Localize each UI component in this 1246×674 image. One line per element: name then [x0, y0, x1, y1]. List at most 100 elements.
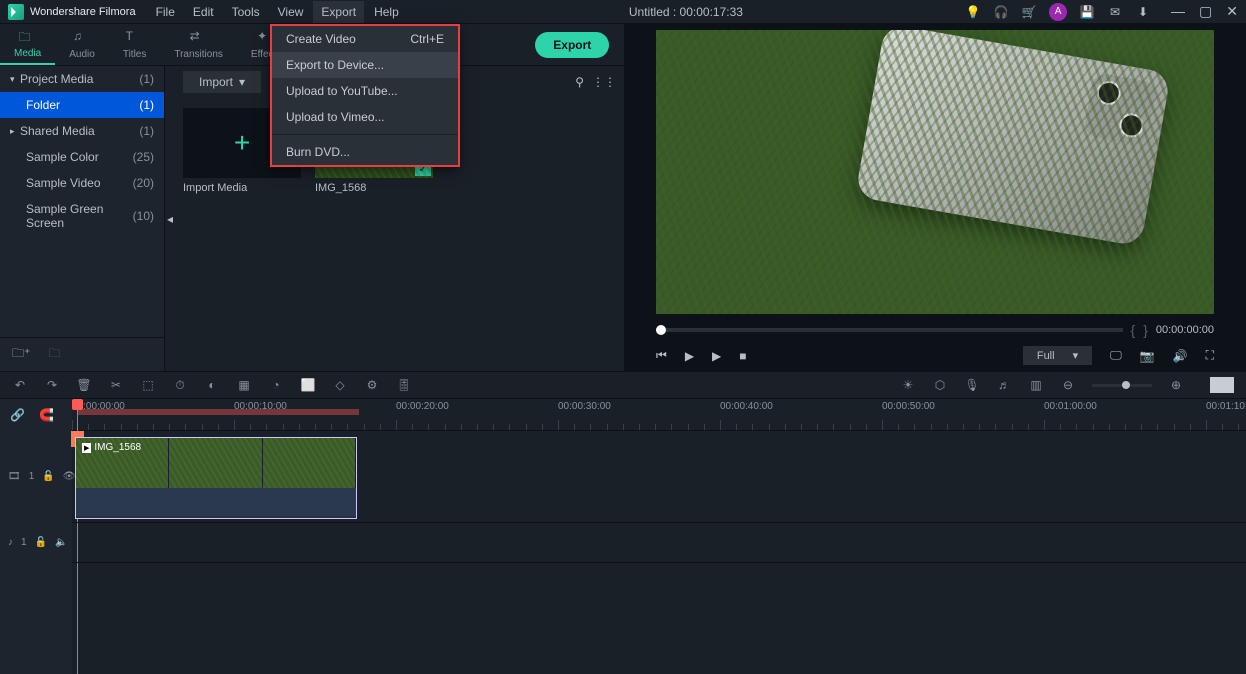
document-title: Untitled : 00:00:17:33	[407, 5, 965, 19]
new-folder-icon[interactable]: 🗀⁺	[12, 344, 30, 365]
timeline-magnet-icon[interactable]: 🧲	[39, 408, 54, 422]
minimize-button[interactable]: —	[1171, 3, 1185, 20]
sidebar-item-sample-green-screen[interactable]: Sample Green Screen(10)	[0, 196, 164, 236]
snapshot-icon[interactable]: 📷	[1140, 349, 1155, 363]
import-dropdown[interactable]: Import▾	[183, 71, 261, 93]
audio-adjust-button[interactable]: 🎚	[396, 378, 412, 392]
preview-viewport[interactable]	[656, 30, 1214, 314]
timeline-clip[interactable]: IMG_1568	[75, 437, 357, 519]
preview-panel: { } 00:00:00:00 ⏮ ▶ ▶ ■ Full▾ 🖵 📷 🔊 ⛶	[624, 24, 1246, 371]
marker-button[interactable]: ⬡	[932, 378, 948, 392]
mark-out-icon[interactable]: }	[1143, 322, 1148, 338]
redo-button[interactable]: ↷	[44, 378, 60, 392]
mute-icon[interactable]: 🔈	[55, 537, 67, 548]
voiceover-button[interactable]: 🎙	[964, 378, 980, 392]
export-upload-vimeo[interactable]: Upload to Vimeo...	[272, 104, 458, 130]
maximize-button[interactable]: ▢	[1199, 3, 1212, 20]
menu-tools[interactable]: Tools	[224, 1, 268, 23]
titlebar: Wondershare Filmora File Edit Tools View…	[0, 0, 1246, 24]
zoom-in-button[interactable]: ⊕	[1168, 378, 1184, 392]
render-button[interactable]: ☀	[900, 378, 916, 392]
crop-button[interactable]: ⬚	[140, 378, 156, 392]
greenscreen-button[interactable]: ▦	[236, 378, 252, 392]
close-button[interactable]: ✕	[1226, 3, 1238, 20]
download-icon[interactable]: ⬇	[1135, 4, 1151, 20]
timeline-swap-icon[interactable]	[1210, 377, 1234, 393]
visibility-icon[interactable]: 👁	[63, 471, 76, 482]
zoom-slider[interactable]	[1092, 384, 1152, 387]
duration-button[interactable]: ◔	[268, 378, 284, 392]
export-button[interactable]: Export	[535, 32, 609, 58]
export-dropdown-menu: Create VideoCtrl+E Export to Device... U…	[270, 24, 460, 167]
keyframe-button[interactable]: ◇	[332, 378, 348, 392]
menu-export[interactable]: Export	[313, 1, 364, 23]
mark-in-icon[interactable]: {	[1131, 322, 1136, 338]
tab-media[interactable]: 🗀 Media	[0, 24, 55, 65]
tab-titles[interactable]: T Titles	[109, 25, 161, 64]
headphones-icon[interactable]: 🎧	[993, 4, 1009, 20]
export-upload-youtube[interactable]: Upload to YouTube...	[272, 78, 458, 104]
speed-button[interactable]: ⏱	[172, 378, 188, 393]
mail-icon[interactable]: ✉	[1107, 4, 1123, 20]
sidebar-item-sample-video[interactable]: Sample Video(20)	[0, 170, 164, 196]
adjust-button[interactable]: ⚙	[364, 378, 380, 392]
filter-icon[interactable]: ⚲	[575, 75, 584, 89]
avatar[interactable]: A	[1049, 3, 1067, 21]
export-to-device[interactable]: Export to Device...	[272, 52, 458, 78]
menu-view[interactable]: View	[270, 1, 312, 23]
lightbulb-icon[interactable]: 💡	[965, 4, 981, 20]
media-sidebar: ▾Project Media(1) Folder(1) ▸Shared Medi…	[0, 66, 165, 371]
timeline[interactable]: 🔗 🧲 00:00:00:0000:00:10:0000:00:20:0000:…	[0, 399, 1246, 674]
audio-track[interactable]: ♪ 1 🔓 🔈	[72, 523, 1246, 563]
stop-button[interactable]: ■	[739, 349, 746, 363]
cut-button[interactable]: ✂	[108, 378, 124, 392]
timeline-ruler[interactable]: 00:00:00:0000:00:10:0000:00:20:0000:00:3…	[72, 399, 1246, 431]
folder-icon[interactable]: 🗀	[48, 344, 60, 365]
prev-frame-button[interactable]: ⏮	[656, 348, 667, 363]
mixer-button[interactable]: ▥	[1028, 378, 1044, 392]
music-button[interactable]: ♬	[996, 378, 1012, 392]
scrub-time: 00:00:00:00	[1156, 324, 1214, 336]
sidebar-item-folder[interactable]: Folder(1)	[0, 92, 164, 118]
video-track[interactable]: 🎞 1 🔓 👁 IMG_1568	[72, 431, 1246, 523]
timeline-link-icon[interactable]: 🔗	[10, 408, 25, 422]
export-burn-dvd[interactable]: Burn DVD...	[272, 139, 458, 165]
tab-transitions[interactable]: ⇄ Transitions	[160, 25, 237, 64]
sidebar-item-shared-media[interactable]: ▸Shared Media(1)	[0, 118, 164, 144]
collapse-sidebar-handle[interactable]: ◂	[165, 66, 175, 371]
timeline-toolbar: ↶ ↷ 🗑 ✂ ⬚ ⏱ ◐ ▦ ◔ ⬜ ◇ ⚙ 🎚 ☀ ⬡ 🎙 ♬ ▥ ⊖ ⊕	[0, 371, 1246, 399]
app-name: Wondershare Filmora	[30, 6, 136, 18]
sidebar-item-project-media[interactable]: ▾Project Media(1)	[0, 66, 164, 92]
chevron-down-icon: ▾	[1073, 349, 1079, 362]
color-button[interactable]: ◐	[204, 378, 220, 392]
export-create-video[interactable]: Create VideoCtrl+E	[272, 26, 458, 52]
quality-select[interactable]: Full▾	[1023, 346, 1092, 365]
grid-view-icon[interactable]: ⋮⋮	[592, 75, 616, 89]
lock-icon[interactable]: 🔓	[42, 471, 54, 482]
menu-help[interactable]: Help	[366, 1, 407, 23]
chevron-down-icon: ▾	[239, 75, 245, 89]
delete-button[interactable]: 🗑	[76, 378, 92, 392]
next-frame-button[interactable]: ▶	[712, 349, 721, 363]
cart-icon[interactable]: 🛒	[1021, 4, 1037, 20]
freeze-button[interactable]: ⬜	[300, 378, 316, 392]
menu-file[interactable]: File	[148, 1, 183, 23]
lock-icon[interactable]: 🔓	[35, 537, 47, 548]
volume-icon[interactable]: 🔊	[1173, 349, 1188, 363]
save-icon[interactable]: 💾	[1079, 4, 1095, 20]
fullscreen-icon[interactable]: ⛶	[1206, 348, 1214, 363]
undo-button[interactable]: ↶	[12, 378, 28, 392]
play-button[interactable]: ▶	[685, 349, 694, 363]
app-logo: Wondershare Filmora	[8, 4, 136, 20]
display-icon[interactable]: 🖵	[1110, 348, 1122, 363]
scrub-slider[interactable]	[656, 328, 1123, 332]
titlebar-actions: 💡 🎧 🛒 A 💾 ✉ ⬇ — ▢ ✕	[965, 3, 1238, 21]
zoom-out-button[interactable]: ⊖	[1060, 378, 1076, 392]
sidebar-item-sample-color[interactable]: Sample Color(25)	[0, 144, 164, 170]
tab-audio[interactable]: ♫ Audio	[55, 25, 109, 64]
preview-content-phone	[855, 30, 1171, 247]
menu-separator	[272, 134, 458, 135]
chevron-right-icon: ▸	[10, 126, 20, 137]
menu-edit[interactable]: Edit	[185, 1, 222, 23]
audio-track-icon: ♪	[8, 537, 13, 548]
